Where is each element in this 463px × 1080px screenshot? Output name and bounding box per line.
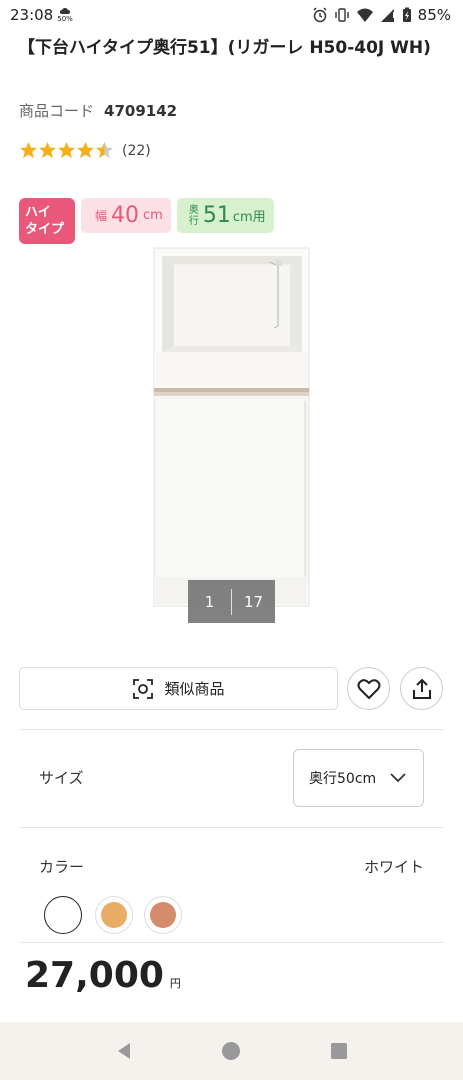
color-label: カラー bbox=[39, 858, 85, 876]
product-code-value: 4709142 bbox=[104, 102, 178, 120]
color-swatch-white[interactable] bbox=[44, 896, 82, 934]
width-badge-unit: cm bbox=[143, 208, 163, 223]
rating[interactable]: (22) bbox=[19, 141, 151, 160]
swatch-dot bbox=[150, 902, 176, 928]
similar-products-label: 類似商品 bbox=[164, 680, 225, 698]
half-star-icon bbox=[95, 141, 114, 159]
share-button[interactable] bbox=[400, 667, 443, 710]
star-icon bbox=[19, 141, 38, 159]
price: 27,000 円 bbox=[25, 955, 181, 996]
system-nav-bar bbox=[0, 1022, 463, 1080]
depth-badge-key: 奥行 bbox=[188, 204, 199, 227]
width-badge-key: 幅 bbox=[95, 209, 108, 223]
wifi-icon bbox=[356, 8, 373, 22]
color-swatch-brown[interactable] bbox=[144, 896, 182, 934]
divider bbox=[19, 729, 444, 730]
data-saver-indicator: 50% bbox=[57, 7, 73, 23]
cloud-icon bbox=[60, 7, 71, 14]
size-selected-value: 奥行50cm bbox=[309, 771, 377, 787]
alarm-icon bbox=[313, 7, 327, 23]
divider bbox=[19, 827, 444, 828]
home-icon[interactable] bbox=[221, 1041, 241, 1061]
depth-badge-unit: cm用 bbox=[232, 210, 266, 225]
battery-level: 85% bbox=[417, 6, 451, 24]
width-badge: 幅 40 cm bbox=[81, 198, 171, 233]
swatch-dot bbox=[101, 902, 127, 928]
signal-icon bbox=[380, 9, 395, 22]
product-code: 商品コード 4709142 bbox=[19, 100, 177, 121]
product-image[interactable] bbox=[150, 246, 313, 610]
pager-total: 17 bbox=[243, 592, 264, 611]
favorite-button[interactable] bbox=[347, 667, 390, 710]
price-unit: 円 bbox=[169, 977, 181, 990]
price-value: 27,000 bbox=[25, 955, 164, 996]
recents-icon[interactable] bbox=[329, 1041, 349, 1061]
back-icon[interactable] bbox=[114, 1041, 134, 1061]
star-icon bbox=[57, 141, 76, 159]
image-pager: 1 17 bbox=[188, 580, 275, 623]
chevron-down-icon bbox=[390, 773, 406, 783]
size-label: サイズ bbox=[39, 769, 84, 787]
color-swatch-orange[interactable] bbox=[95, 896, 133, 934]
review-count[interactable]: (22) bbox=[122, 143, 151, 159]
data-saver-value: 50% bbox=[57, 14, 73, 23]
star-icon bbox=[76, 141, 95, 159]
status-time: 23:08 bbox=[10, 6, 54, 24]
status-bar: 23:08 50% 85% bbox=[0, 0, 463, 30]
image-search-icon bbox=[133, 678, 154, 699]
width-badge-value: 40 bbox=[111, 203, 140, 228]
battery-icon bbox=[402, 7, 411, 22]
product-code-label: 商品コード bbox=[19, 102, 95, 120]
heart-icon bbox=[357, 678, 380, 699]
high-type-badge: ハイ タイプ bbox=[19, 198, 75, 244]
star-icon bbox=[38, 141, 57, 159]
pager-current: 1 bbox=[204, 592, 215, 611]
spec-badges: ハイ タイプ 幅 40 cm 奥行 51 cm用 bbox=[19, 198, 274, 244]
size-select[interactable]: 奥行50cm bbox=[293, 749, 424, 807]
color-selected-value: ホワイト bbox=[363, 858, 424, 876]
similar-products-button[interactable]: 類似商品 bbox=[19, 667, 338, 710]
depth-badge: 奥行 51 cm用 bbox=[176, 198, 274, 233]
share-icon bbox=[412, 678, 431, 699]
vibrate-icon bbox=[334, 8, 349, 22]
product-title: 【下台ハイタイプ奥行51】(リガーレ H50-40J WH) bbox=[18, 38, 431, 58]
status-icons: 85% bbox=[312, 6, 451, 24]
divider bbox=[19, 942, 444, 943]
depth-badge-value: 51 bbox=[202, 203, 231, 228]
cabinet-illustration bbox=[153, 247, 310, 607]
